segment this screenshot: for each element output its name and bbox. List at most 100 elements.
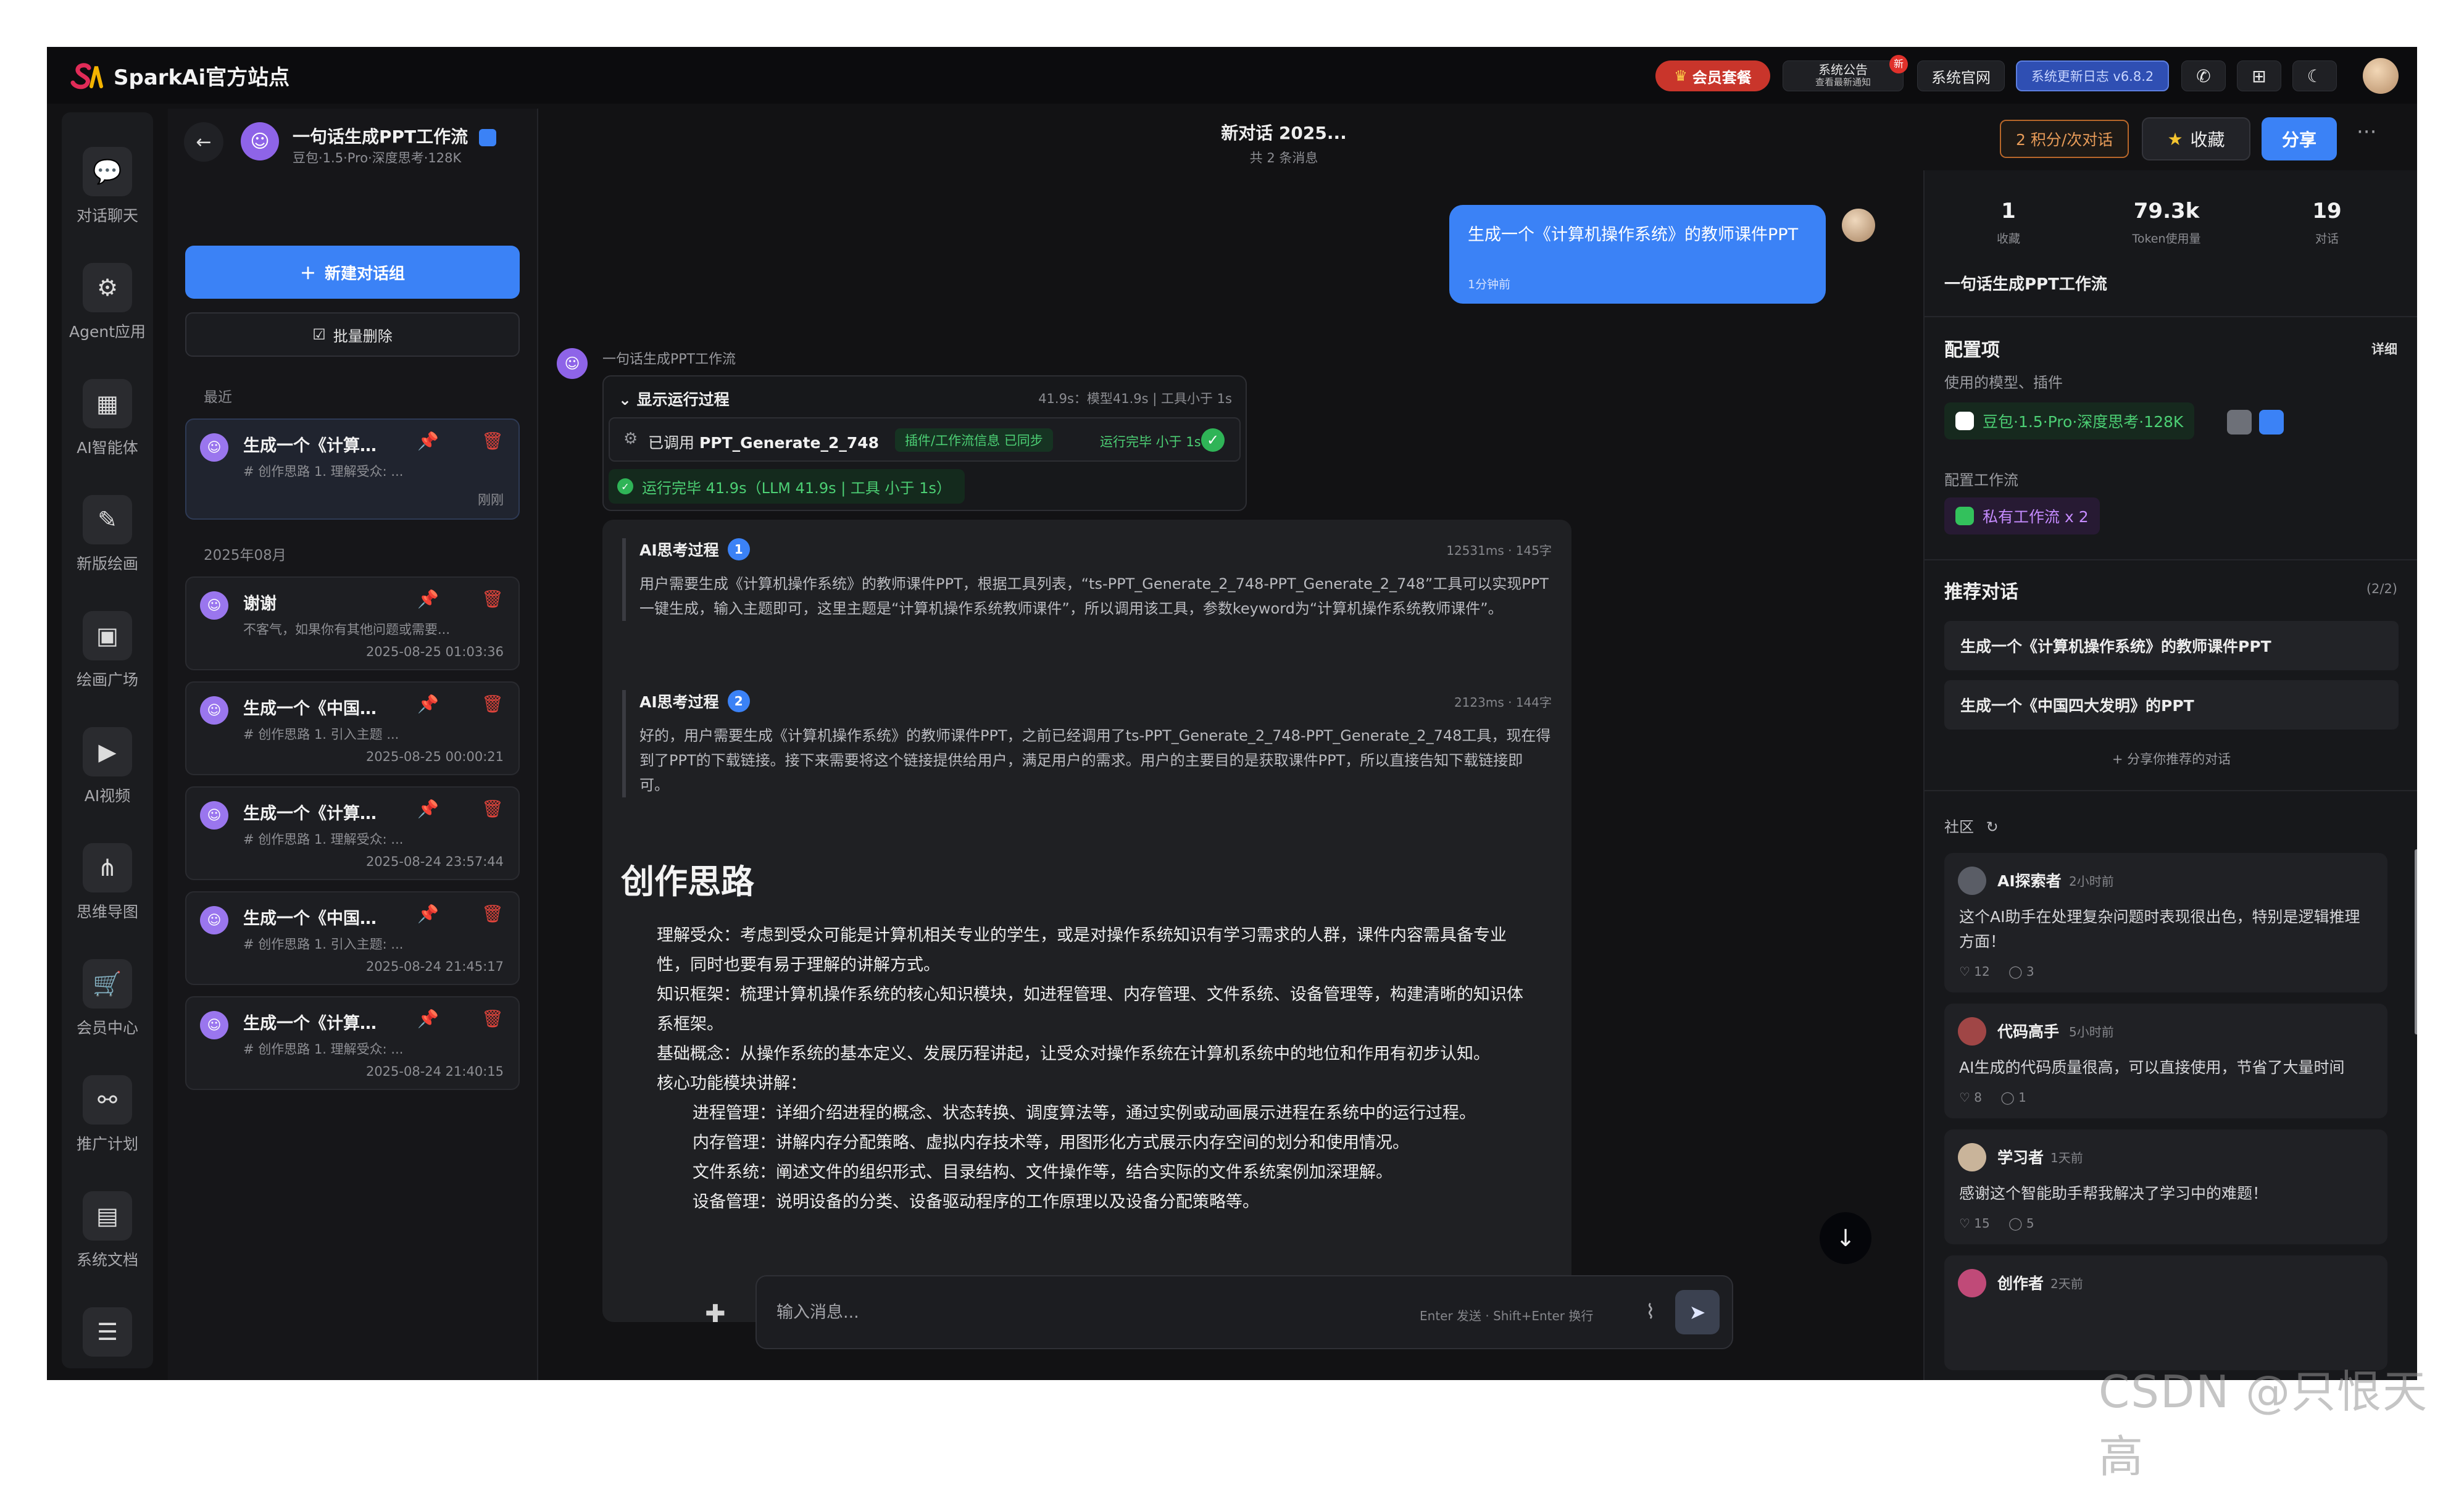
nav-agent[interactable]: ⚙ Agent应用 <box>62 263 153 342</box>
user-avatar[interactable] <box>2363 58 2399 94</box>
plus-icon: ＋ <box>299 264 316 283</box>
notice-subtitle: 查看最新通知 <box>1815 77 1871 88</box>
agent-icon: ⚙ <box>83 263 132 312</box>
comment-count[interactable]: ◯ 5 <box>2008 1216 2034 1231</box>
chat-subtitle: 共 2 条消息 <box>1249 151 1318 165</box>
nav-docs[interactable]: ▤ 系统文档 <box>62 1191 153 1270</box>
vip-plan-button[interactable]: ♛ 会员套餐 <box>1655 60 1770 91</box>
doubao-icon <box>1955 412 1974 430</box>
batch-delete-button[interactable]: ☑ 批量删除 <box>185 312 520 357</box>
pin-icon[interactable]: 📌 <box>417 431 439 451</box>
nav-gallery[interactable]: ▣ 绘画广场 <box>62 611 153 690</box>
new-group-button[interactable]: ＋ 新建对话组 <box>185 246 520 299</box>
trash-icon[interactable]: 🗑 <box>481 904 504 924</box>
share-button[interactable]: 分享 <box>2262 117 2337 160</box>
doc-icon: ▤ <box>83 1191 132 1241</box>
comment-count[interactable]: ◯ 1 <box>2000 1090 2026 1105</box>
share-recommend-link[interactable]: + 分享你推荐的对话 <box>1925 749 2417 768</box>
app-avatar: ☺ <box>241 122 279 160</box>
nav-ai-agents[interactable]: ▦ AI智能体 <box>62 379 153 458</box>
step-tool-name: PPT_Generate_2_748 <box>699 434 880 452</box>
trash-icon[interactable]: 🗑 <box>481 1009 504 1029</box>
refresh-icon[interactable]: ↻ <box>1986 818 1999 836</box>
conversation-item[interactable]: ☺ 生成一个《计算… 📌 🗑 # 创作思路 1. 理解受众: ... 2025-… <box>185 996 520 1090</box>
system-notice-button[interactable]: 系统公告 查看最新通知 新 <box>1783 55 1908 91</box>
favorite-label: 收藏 <box>2190 130 2225 150</box>
conversation-item[interactable]: ☺ 生成一个《计算… 📌 🗑 # 创作思路 1. 理解受众: ... 刚刚 <box>185 418 520 520</box>
more-icon[interactable]: ··· <box>2357 120 2376 144</box>
trash-icon[interactable]: 🗑 <box>481 799 504 819</box>
back-arrow-icon[interactable]: ← <box>184 122 223 162</box>
nav-label: 系统文档 <box>76 1251 138 1269</box>
message-input[interactable]: 输入消息... <box>776 1299 859 1323</box>
top-bar: SparkAi官方站点 ♛ 会员套餐 系统公告 查看最新通知 新 系统官网 系统… <box>47 47 2417 104</box>
conversation-item[interactable]: ☺ 生成一个《中国… 📌 🗑 # 创作思路 1. 引入主题: ... 2025-… <box>185 891 520 985</box>
run-done-badge: ✓ 运行完毕 41.9s（LLM 41.9s | 工具 小于 1s） <box>609 469 965 504</box>
app-title: 一句话生成PPT工作流 <box>293 123 496 148</box>
brand[interactable]: SparkAi官方站点 <box>69 59 289 91</box>
arrow-down-icon[interactable]: ↓ <box>1820 1212 1871 1264</box>
like-count[interactable]: ♡ 12 <box>1959 964 1990 979</box>
community-post[interactable]: 代码高手 5小时前 AI生成的代码质量很高，可以直接使用，节省了大量时间 ♡ 8… <box>1944 1004 2387 1118</box>
right-panel-scrollbar[interactable] <box>2415 849 2417 1034</box>
nav-ai-video[interactable]: ▶ AI视频 <box>62 727 153 806</box>
nav-mindmap[interactable]: ⋔ 思维导图 <box>62 843 153 922</box>
like-count[interactable]: ♡ 8 <box>1959 1090 1982 1105</box>
chat-title: 新对话 2025... <box>1221 123 1347 143</box>
official-site-button[interactable]: 系统官网 <box>1917 60 2005 91</box>
user-message-text: 生成一个《计算机操作系统》的教师课件PPT <box>1468 225 1799 244</box>
nav-archive[interactable]: ☰ <box>62 1307 153 1357</box>
pin-icon[interactable]: 📌 <box>417 694 439 714</box>
model-chip[interactable]: 豆包·1.5·Pro·深度思考·128K <box>1944 402 2195 439</box>
config-detail-link[interactable]: 详细 <box>2371 339 2397 358</box>
changelog-button[interactable]: 系统更新日志 v6.8.2 <box>2016 60 2169 91</box>
nav-member-center[interactable]: 🛒 会员中心 <box>62 959 153 1038</box>
answer-point: 知识框架：梳理计算机操作系统的核心知识模块，如进程管理、内存管理、文件系统、设备… <box>657 985 1523 1034</box>
trash-icon[interactable]: 🗑 <box>481 431 504 451</box>
new-chat-icon[interactable]: ✚ <box>705 1300 726 1328</box>
app-title-text: 一句话生成PPT工作流 <box>293 127 468 147</box>
pin-icon[interactable]: 📌 <box>417 904 439 924</box>
gift-icon[interactable]: ⊞ <box>2237 60 2281 91</box>
paperclip-icon[interactable]: ⌇ <box>1646 1300 1655 1323</box>
plugin-icon: ⚙ <box>623 430 638 448</box>
nav-chat[interactable]: 💬 对话聊天 <box>62 147 153 226</box>
nav-label: AI智能体 <box>77 439 138 457</box>
conversation-item[interactable]: ☺ 生成一个《计算… 📌 🗑 # 创作思路 1. 理解受众: ... 2025-… <box>185 786 520 880</box>
run-toggle-label: 显示运行过程 <box>636 391 730 409</box>
community-post[interactable]: AI探索者 2小时前 这个AI助手在处理复杂问题时表现很出色，特别是逻辑推理方面… <box>1944 853 2387 992</box>
recommended-conversation[interactable]: 生成一个《中国四大发明》的PPT <box>1944 680 2399 730</box>
left-nav: 💬 对话聊天 ⚙ Agent应用 ▦ AI智能体 ✎ 新版绘画 ▣ 绘画广场 ▶… <box>62 112 153 1368</box>
favorite-button[interactable]: ★ 收藏 <box>2142 117 2250 160</box>
community-post[interactable]: 创作者 2天前 <box>1944 1255 2387 1370</box>
like-count[interactable]: ♡ 15 <box>1959 1216 1990 1231</box>
pin-icon[interactable]: 📌 <box>417 1009 439 1029</box>
moon-icon[interactable]: ☾ <box>2292 60 2337 91</box>
post-stats: ♡ 15 ◯ 5 <box>1959 1216 2034 1231</box>
recommended-conversation[interactable]: 生成一个《计算机操作系统》的教师课件PPT <box>1944 621 2399 670</box>
check-icon: ✓ <box>1201 428 1225 452</box>
trash-icon[interactable]: 🗑 <box>481 694 504 714</box>
workflow-chip[interactable]: 私有工作流 x 2 <box>1944 497 2100 535</box>
config-models-label: 使用的模型、插件 <box>1944 374 2063 391</box>
panel-app-name: 一句话生成PPT工作流 <box>1944 275 2107 294</box>
post-author: 创作者 <box>1997 1275 2044 1292</box>
trash-icon[interactable]: 🗑 <box>481 589 504 609</box>
think-header[interactable]: AI思考过程 2 <box>639 690 1552 712</box>
workflow-icon <box>1955 507 1974 525</box>
notice-title: 系统公告 <box>1818 62 1868 77</box>
nav-promotion[interactable]: ⚯ 推广计划 <box>62 1075 153 1154</box>
pin-icon[interactable]: 📌 <box>417 589 439 609</box>
run-toggle[interactable]: ⌄ 显示运行过程 <box>618 388 730 410</box>
conversation-item[interactable]: ☺ 生成一个《中国… 📌 🗑 # 创作思路 1. 引入主题 ... 2025-0… <box>185 681 520 775</box>
think-block: AI思考过程 1 12531ms · 145字 用户需要生成《计算机操作系统》的… <box>622 538 1552 621</box>
conversation-item[interactable]: ☺ 谢谢 📌 🗑 不客气，如果你有其他问题或需要... 2025-08-25 0… <box>185 576 520 670</box>
think-header[interactable]: AI思考过程 1 <box>639 538 1552 560</box>
message-input-box[interactable]: 输入消息... Enter 发送 · Shift+Enter 换行 ⌇ ➤ <box>755 1275 1733 1349</box>
send-button[interactable]: ➤ <box>1675 1290 1720 1334</box>
pin-icon[interactable]: 📌 <box>417 799 439 819</box>
wechat-icon[interactable]: ✆ <box>2181 60 2226 91</box>
nav-new-drawing[interactable]: ✎ 新版绘画 <box>62 495 153 574</box>
community-post[interactable]: 学习者 1天前 感谢这个智能助手帮我解决了学习中的难题！ ♡ 15 ◯ 5 <box>1944 1129 2387 1244</box>
comment-count[interactable]: ◯ 3 <box>2008 964 2034 979</box>
